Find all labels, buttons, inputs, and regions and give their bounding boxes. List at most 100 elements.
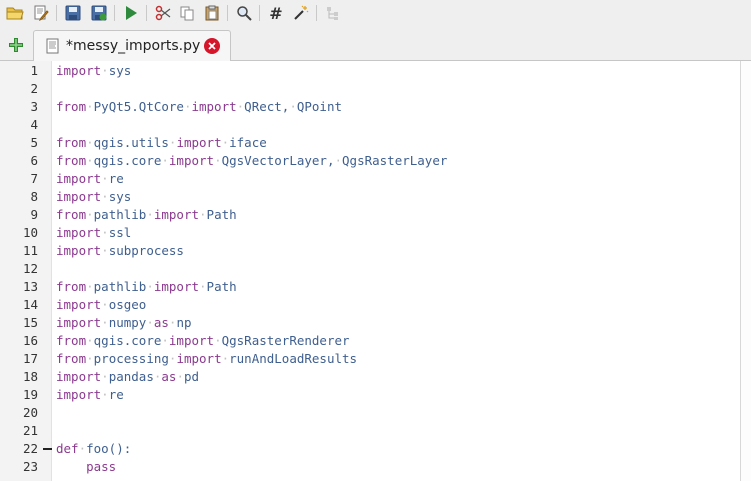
run-icon[interactable] — [121, 3, 141, 23]
line-number: 9 — [30, 207, 38, 222]
copy-icon[interactable] — [177, 3, 197, 23]
editor-toolbar: # — [0, 0, 751, 27]
line-number: 22 — [22, 441, 38, 456]
line-code: import·osgeo — [56, 297, 146, 312]
paste-icon[interactable] — [202, 3, 222, 23]
keyword-token: from — [56, 333, 87, 348]
format-icon[interactable] — [291, 3, 311, 23]
whitespace-marker: · — [199, 279, 207, 294]
code-line[interactable]: 2 — [0, 80, 738, 98]
line-number: 7 — [30, 171, 38, 186]
code-line[interactable]: 15 import·numpy·as·np — [0, 314, 738, 332]
code-line[interactable]: 3 from·PyQt5.QtCore·import·QRect,·QPoint — [0, 98, 738, 116]
tab-messy-imports[interactable]: *messy_imports.py — [33, 30, 231, 61]
line-code: from·qgis.utils·import·iface — [56, 135, 267, 150]
line-number: 16 — [22, 333, 38, 348]
fold-marker-icon[interactable] — [43, 448, 52, 450]
code-line[interactable]: 6 from·qgis.core·import·QgsVectorLayer,·Q… — [0, 152, 738, 170]
vertical-scrollbar[interactable] — [740, 61, 751, 481]
whitespace-marker: · — [101, 315, 109, 330]
code-line[interactable]: 13 from·pathlib·import·Path — [0, 278, 738, 296]
toolbar-separator — [227, 5, 228, 21]
code-line[interactable]: 14 import·osgeo — [0, 296, 738, 314]
identifier-token: osgeo — [108, 297, 147, 312]
code-line[interactable]: 5 from·qgis.utils·import·iface — [0, 134, 738, 152]
toolbar-separator — [146, 5, 147, 21]
toolbar-separator — [316, 5, 317, 21]
code-line[interactable]: 12 — [0, 260, 738, 278]
identifier-token: PyQt5.QtCore — [93, 99, 184, 114]
line-number: 10 — [22, 225, 38, 240]
line-number: 1 — [30, 63, 38, 78]
identifier-token: foo(): — [86, 441, 132, 456]
keyword-token: import — [56, 171, 102, 186]
code-line[interactable]: 17 from·processing·import·runAndLoadResul… — [0, 350, 738, 368]
line-number: 18 — [22, 369, 38, 384]
code-line[interactable]: 23 pass — [0, 458, 738, 476]
keyword-token: import — [153, 279, 200, 294]
code-line[interactable]: 21 — [0, 422, 738, 440]
code-line[interactable]: 16 from·qgis.core·import·QgsRasterRendere… — [0, 332, 738, 350]
identifier-token: Path — [206, 279, 237, 294]
whitespace-marker: · — [199, 207, 207, 222]
identifier-token: Path — [206, 207, 237, 222]
keyword-token: import — [56, 63, 102, 78]
line-code: import·pandas·as·pd — [56, 369, 199, 384]
line-number: 8 — [30, 189, 38, 204]
identifier-token: re — [108, 387, 124, 402]
identifier-token: qgis.core — [93, 333, 162, 348]
keyword-token: import — [176, 351, 222, 366]
edit-script-icon[interactable] — [31, 3, 51, 23]
code-line[interactable]: 20 — [0, 404, 738, 422]
keyword-token: from — [56, 135, 87, 150]
whitespace-marker: · — [86, 207, 94, 222]
whitespace-marker: · — [289, 99, 297, 114]
keyword-token: import — [191, 99, 237, 114]
identifier-token: qgis.core — [93, 153, 162, 168]
save-icon[interactable] — [63, 3, 83, 23]
keyword-token: import — [56, 225, 102, 240]
whitespace-marker: · — [86, 153, 94, 168]
line-number: 17 — [22, 351, 38, 366]
open-folder-icon[interactable] — [5, 3, 25, 23]
whitespace-marker: · — [101, 63, 109, 78]
identifier-token: QgsRasterLayer — [342, 153, 448, 168]
identifier-token: sys — [108, 189, 132, 204]
line-number: 4 — [30, 117, 38, 132]
keyword-token: import — [153, 207, 200, 222]
keyword-token: as — [161, 369, 177, 384]
keyword-token: as — [153, 315, 169, 330]
code-line[interactable]: 18 import·pandas·as·pd — [0, 368, 738, 386]
new-tab-button[interactable] — [7, 36, 25, 54]
find-icon[interactable] — [234, 3, 254, 23]
code-line[interactable]: 22 def·foo(): — [0, 440, 738, 458]
code-line[interactable]: 1 import·sys — [0, 62, 738, 80]
code-line[interactable]: 8 import·sys — [0, 188, 738, 206]
close-tab-icon[interactable] — [204, 38, 220, 54]
code-line[interactable]: 4 — [0, 116, 738, 134]
identifier-token: iface — [229, 135, 267, 150]
toolbar-separator — [259, 5, 260, 21]
identifier-token: QRect, — [244, 99, 290, 114]
identifier-token: QPoint — [296, 99, 343, 114]
comment-icon[interactable]: # — [266, 3, 286, 23]
code-line[interactable]: 11 import·subprocess — [0, 242, 738, 260]
line-code: import·ssl — [56, 225, 131, 240]
keyword-token: pass — [86, 459, 117, 474]
code-line[interactable]: 7 import·re — [0, 170, 738, 188]
code-line[interactable]: 10 import·ssl — [0, 224, 738, 242]
code-line[interactable]: 9 from·pathlib·import·Path — [0, 206, 738, 224]
code-editor[interactable]: 1 import·sys 2 3 from·PyQt5.QtCore·import·QR… — [0, 61, 751, 481]
line-number: 6 — [30, 153, 38, 168]
identifier-token: numpy — [108, 315, 147, 330]
code-line[interactable]: 19 import·re — [0, 386, 738, 404]
tree-icon[interactable] — [323, 3, 343, 23]
save-as-icon[interactable] — [89, 3, 109, 23]
line-number: 15 — [22, 315, 38, 330]
whitespace-marker: · — [86, 333, 94, 348]
keyword-token: from — [56, 153, 87, 168]
line-code: import·sys — [56, 63, 131, 78]
keyword-token: import — [56, 369, 102, 384]
cut-icon[interactable] — [153, 3, 173, 23]
whitespace-marker: · — [101, 369, 109, 384]
